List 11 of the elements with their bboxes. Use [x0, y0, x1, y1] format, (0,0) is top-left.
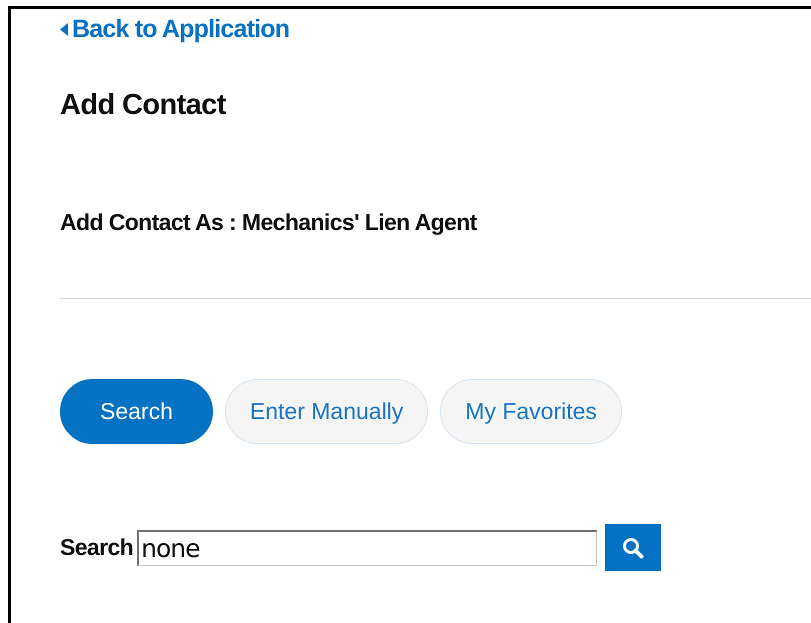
tab[interactable]: My Favorites [440, 379, 622, 444]
tab[interactable]: Search [60, 379, 213, 444]
tab[interactable]: Enter Manually [224, 379, 428, 444]
contact-type-label: Add Contact As : Mechanics' Lien Agent [60, 208, 478, 236]
search-button[interactable] [605, 524, 662, 571]
page-heading: Add Contact [60, 88, 227, 122]
search-icon [622, 536, 644, 558]
caret-icon [60, 23, 69, 36]
back-link[interactable]: Back to Application [60, 15, 290, 44]
search-field[interactable]: none [137, 530, 598, 566]
search-label: Search [60, 534, 134, 561]
